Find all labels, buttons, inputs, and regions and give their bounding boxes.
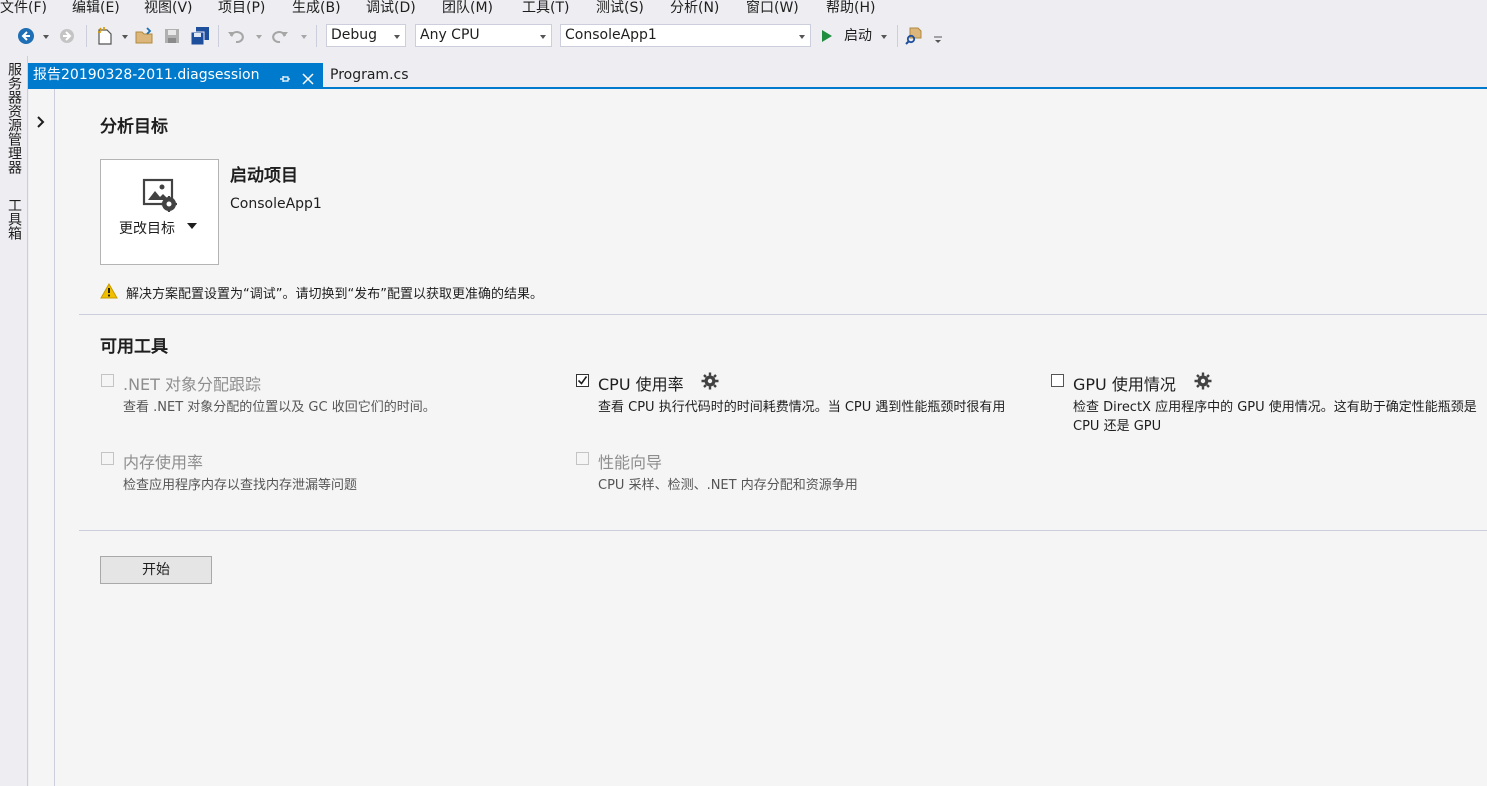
dotnet-object-allocation-title: .NET 对象分配跟踪 <box>123 375 262 394</box>
change-target-button[interactable]: 更改目标 <box>100 159 219 265</box>
play-icon[interactable] <box>820 28 834 44</box>
menu-bar: 文件(F) 编辑(E) 视图(V) 项目(P) 生成(B) 调试(D) 团队(M… <box>0 0 1487 17</box>
start-profiling-button[interactable]: 开始 <box>100 556 212 584</box>
gpu-usage-checkbox[interactable] <box>1051 374 1064 387</box>
analysis-target-heading: 分析目标 <box>100 117 168 137</box>
chevron-down-icon <box>799 35 805 39</box>
close-tab-icon[interactable] <box>302 69 315 85</box>
memory-usage-desc: 检查应用程序内存以查找内存泄漏等问题 <box>123 478 358 493</box>
chevron-down-icon <box>394 35 400 39</box>
navigate-forward-icon[interactable] <box>57 26 77 46</box>
expand-chevron-icon[interactable] <box>37 113 47 128</box>
redo-icon[interactable] <box>270 26 290 46</box>
target-settings-icon <box>142 177 178 213</box>
server-explorer-tab[interactable]: 服务器资源管理器 <box>4 62 24 174</box>
cpu-usage-settings-gear-icon[interactable] <box>701 372 719 390</box>
target-name: ConsoleApp1 <box>230 196 322 212</box>
release-configuration-warning: 解决方案配置设置为“调试”。请切换到“发布”配置以获取更准确的结果。 <box>126 287 543 302</box>
tab-label: Program.cs <box>330 67 409 83</box>
chevron-down-icon <box>540 35 546 39</box>
start-dropdown-icon[interactable] <box>881 35 887 39</box>
gpu-usage-settings-gear-icon[interactable] <box>1194 372 1212 390</box>
tab-label: 报告20190328-2011.diagsession <box>33 67 260 83</box>
save-icon[interactable] <box>162 26 182 46</box>
menu-window[interactable]: 窗口(W) <box>746 0 799 16</box>
start-debug-button[interactable]: 启动 <box>844 27 872 45</box>
undo-dropdown-icon[interactable] <box>256 35 262 39</box>
menu-analyze[interactable]: 分析(N) <box>670 0 719 16</box>
warning-icon <box>100 282 120 301</box>
menu-view[interactable]: 视图(V) <box>144 0 193 16</box>
menu-debug[interactable]: 调试(D) <box>366 0 416 16</box>
new-dropdown-icon[interactable] <box>122 35 128 39</box>
find-in-files-icon[interactable] <box>904 25 926 47</box>
menu-project[interactable]: 项目(P) <box>218 0 265 16</box>
change-target-label: 更改目标 <box>119 221 175 237</box>
startup-project-value: ConsoleApp1 <box>565 27 657 43</box>
collapsed-panel-strip <box>29 89 55 786</box>
menu-edit[interactable]: 编辑(E) <box>72 0 120 16</box>
cpu-usage-title: CPU 使用率 <box>598 375 684 394</box>
save-all-icon[interactable] <box>189 25 211 47</box>
performance-wizard-title: 性能向导 <box>598 453 663 472</box>
redo-dropdown-icon[interactable] <box>301 35 307 39</box>
section-divider <box>79 530 1487 531</box>
menu-tools[interactable]: 工具(T) <box>522 0 569 16</box>
cpu-usage-checkbox[interactable] <box>576 374 589 387</box>
dotnet-object-allocation-checkbox[interactable] <box>101 374 114 387</box>
memory-usage-checkbox[interactable] <box>101 452 114 465</box>
tab-diagsession-report[interactable]: 报告20190328-2011.diagsession <box>28 63 323 88</box>
available-tools-heading: 可用工具 <box>100 337 168 357</box>
open-file-icon[interactable] <box>134 25 156 47</box>
toolbar-separator <box>86 25 87 47</box>
undo-icon[interactable] <box>226 26 246 46</box>
startup-item-heading: 启动项目 <box>230 166 298 186</box>
document-tab-bar: 报告20190328-2011.diagsession Program.cs <box>28 63 1487 88</box>
menu-file[interactable]: 文件(F) <box>0 0 47 16</box>
startup-project-select[interactable]: ConsoleApp1 <box>560 24 811 47</box>
back-dropdown-icon[interactable] <box>43 35 49 39</box>
menu-build[interactable]: 生成(B) <box>292 0 341 16</box>
pin-icon[interactable] <box>279 69 291 82</box>
platform-value: Any CPU <box>420 27 480 43</box>
new-project-icon[interactable] <box>94 25 116 47</box>
solution-configuration-select[interactable]: Debug <box>326 24 406 47</box>
chevron-down-icon <box>187 223 197 229</box>
section-divider <box>79 314 1487 315</box>
configuration-value: Debug <box>331 27 378 43</box>
solution-platform-select[interactable]: Any CPU <box>415 24 552 47</box>
menu-help[interactable]: 帮助(H) <box>826 0 875 16</box>
memory-usage-title: 内存使用率 <box>123 453 204 472</box>
menu-team[interactable]: 团队(M) <box>442 0 493 16</box>
toolbar-overflow-icon[interactable] <box>932 33 944 47</box>
toolbar-separator <box>897 25 898 47</box>
navigate-back-icon[interactable] <box>16 26 36 46</box>
performance-wizard-desc: CPU 采样、检测、.NET 内存分配和资源争用 <box>598 478 858 493</box>
diagnostics-session-document: 分析目标 更改目标 启动项目 ConsoleApp1 解决方案配置设置为“调试”… <box>29 89 1487 786</box>
cpu-usage-desc: 查看 CPU 执行代码时的时间耗费情况。当 CPU 遇到性能瓶颈时很有用 <box>598 400 1006 415</box>
gpu-usage-desc: 检查 DirectX 应用程序中的 GPU 使用情况。这有助于确定性能瓶颈是 C… <box>1073 400 1477 434</box>
toolbar-separator <box>316 25 317 47</box>
toolbar-separator <box>218 25 219 47</box>
performance-wizard-checkbox[interactable] <box>576 452 589 465</box>
tab-program-cs[interactable]: Program.cs <box>326 63 413 88</box>
toolbox-tab[interactable]: 工具箱 <box>4 198 24 240</box>
menu-test[interactable]: 测试(S) <box>596 0 644 16</box>
dotnet-object-allocation-desc: 查看 .NET 对象分配的位置以及 GC 收回它们的时间。 <box>123 400 436 415</box>
gpu-usage-title: GPU 使用情况 <box>1073 375 1176 394</box>
side-tool-window-strip: 服务器资源管理器 工具箱 <box>0 56 28 786</box>
standard-toolbar: Debug Any CPU ConsoleApp1 启动 <box>0 19 1487 53</box>
